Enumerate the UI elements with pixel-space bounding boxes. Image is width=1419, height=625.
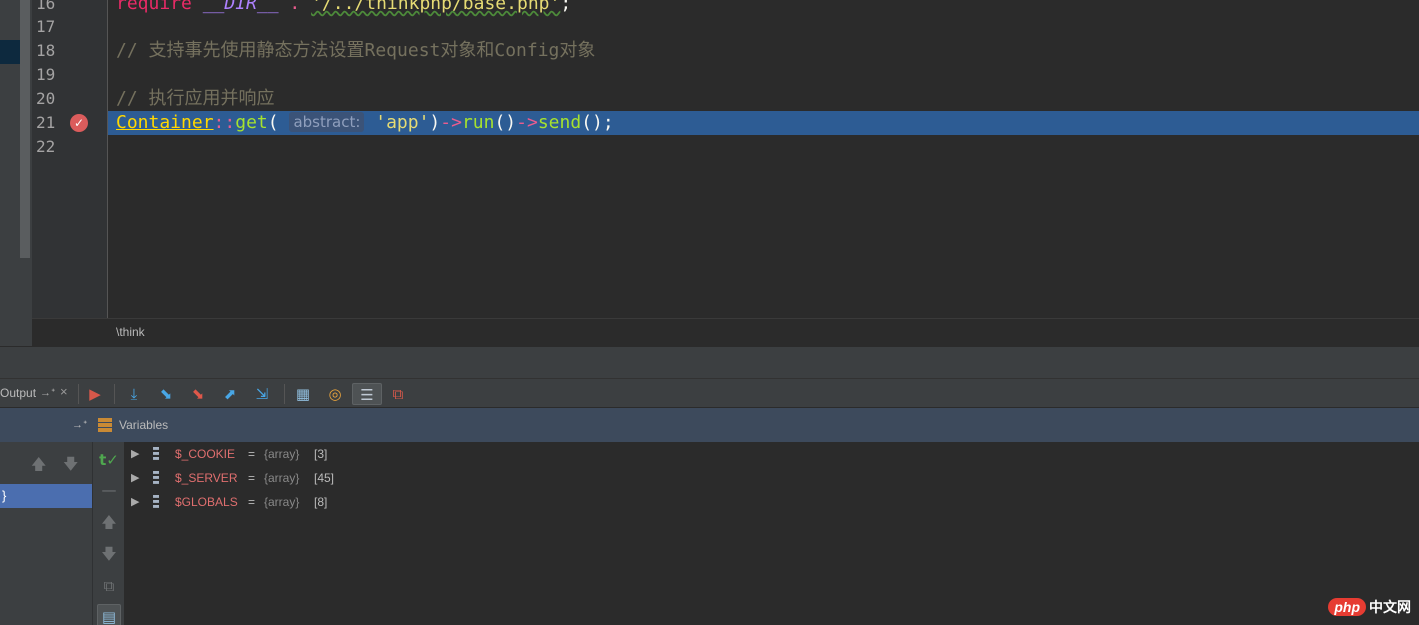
variable-row[interactable]: ▶ ▬ ▬ ▬ $_SERVER = {array} [45] xyxy=(124,466,724,490)
variable-name: $_SERVER xyxy=(175,471,238,485)
show-execution-point-icon[interactable]: ▶ xyxy=(84,383,106,405)
site-watermark: php 中文网 xyxy=(1328,597,1411,617)
variable-equals: = xyxy=(248,495,256,509)
expand-arrow-icon[interactable]: ▶ xyxy=(131,442,139,466)
frame-up-icon[interactable]: 🡅 xyxy=(31,454,46,479)
parameter-hint: abstract: xyxy=(289,112,365,132)
variable-row[interactable]: ▶ ▬ ▬ ▬ $GLOBALS = {array} [8] xyxy=(124,490,724,514)
project-tree-scrollbar[interactable] xyxy=(20,0,30,258)
watermark-text: 中文网 xyxy=(1369,599,1411,615)
close-tab-button[interactable]: × xyxy=(60,384,68,399)
variable-type: {array} xyxy=(264,495,300,509)
variable-equals: = xyxy=(248,447,256,461)
app-string: 'app' xyxy=(375,112,430,133)
force-step-into-icon[interactable]: ⬊ xyxy=(187,383,209,405)
pin-icon[interactable]: →ᐩ xyxy=(72,418,87,431)
step-into-icon[interactable]: ⬊ xyxy=(155,383,177,405)
namespace-breadcrumb[interactable]: \think xyxy=(116,325,145,339)
breakpoint-check-icon[interactable]: ✓ xyxy=(70,114,88,132)
variables-header: →ᐩ Variables xyxy=(0,408,1419,442)
line-number-16: 16 xyxy=(36,0,56,13)
variables-icon xyxy=(98,418,112,432)
dir-constant: __DIR__ xyxy=(202,0,279,14)
variables-tree: ▶ ▬ ▬ ▬ $_COOKIE = {array} [3] ▶ ▬ ▬ ▬ $_SER… xyxy=(124,442,1419,625)
scope-operator: :: xyxy=(213,112,236,133)
send-parens: (); xyxy=(581,112,614,133)
output-tab-label[interactable]: Output xyxy=(0,386,36,400)
frame-down-icon[interactable]: 🡇 xyxy=(63,454,78,479)
line-number-17: 17 xyxy=(36,17,56,36)
variable-count: [8] xyxy=(314,495,328,509)
move-down-icon[interactable]: 🡇 xyxy=(97,542,121,566)
line-number-20: 20 xyxy=(36,89,56,108)
variables-title: Variables xyxy=(119,418,169,432)
semicolon: ; xyxy=(560,0,572,14)
project-tree-strip xyxy=(0,0,32,346)
arrow-operator-2: -> xyxy=(516,112,538,133)
line-number-21: 21 xyxy=(36,113,56,132)
selected-frame[interactable]: } xyxy=(0,484,92,508)
path-string: '/../thinkphp/base.php' xyxy=(311,0,561,14)
variables-side-toolbar: t✓ — 🡅 🡇 ⧉ ▤ xyxy=(92,442,124,625)
toolbar-separator xyxy=(78,384,79,404)
code-line-20-comment[interactable]: // 执行应用并响应 xyxy=(116,87,275,111)
restore-layout-icon[interactable]: ⧉ xyxy=(387,383,409,405)
variable-equals: = xyxy=(248,471,256,485)
run-to-cursor-icon[interactable]: ⇲ xyxy=(251,383,273,405)
run-parens: () xyxy=(494,112,517,133)
move-up-icon[interactable]: 🡅 xyxy=(97,510,121,534)
open-paren: ( xyxy=(267,112,279,133)
frames-panel: 🡅 🡇 } xyxy=(0,442,92,625)
show-types-icon[interactable]: ▤ xyxy=(97,604,121,625)
array-icon: ▬ ▬ ▬ xyxy=(153,467,159,488)
arrow-operator: -> xyxy=(440,112,462,133)
get-method: get xyxy=(235,112,268,133)
watch-icon[interactable]: ◎ xyxy=(324,383,346,405)
variable-count: [45] xyxy=(314,471,335,485)
breadcrumb-bar: \think xyxy=(32,318,1419,346)
run-method: run xyxy=(461,112,495,133)
line-number-18: 18 xyxy=(36,41,56,60)
variable-count: [3] xyxy=(314,447,328,461)
variable-name: $GLOBALS xyxy=(175,495,238,509)
variables-view-icon[interactable]: ☰ xyxy=(352,383,382,405)
new-watch-icon[interactable]: t✓ xyxy=(97,448,121,472)
watermark-logo: php xyxy=(1328,598,1366,616)
debug-toolbar: Output →ᐩ × ▶ ⤓ ⬊ ⬊ ⬈ ⇲ ▦ ◎ ☰ ⧉ xyxy=(0,378,1419,408)
code-line-18-comment[interactable]: // 支持事先使用静态方法设置Request对象和Config对象 xyxy=(116,39,595,63)
variable-row[interactable]: ▶ ▬ ▬ ▬ $_COOKIE = {array} [3] xyxy=(124,442,724,466)
line-number-19: 19 xyxy=(36,65,56,84)
step-out-icon[interactable]: ⬈ xyxy=(219,383,241,405)
container-class: Container xyxy=(116,112,214,133)
remove-watch-icon[interactable]: — xyxy=(97,478,121,502)
code-line-21[interactable]: Container::get( abstract: 'app')->run()-… xyxy=(116,111,614,135)
variable-type: {array} xyxy=(264,471,300,485)
variable-name: $_COOKIE xyxy=(175,447,236,461)
require-keyword: require xyxy=(116,0,192,14)
close-paren: ) xyxy=(429,112,441,133)
concat-operator: . xyxy=(278,0,312,14)
pin-icon[interactable]: →ᐩ xyxy=(40,386,55,399)
toolbar-separator xyxy=(284,384,285,404)
variable-type: {array} xyxy=(264,447,300,461)
send-method: send xyxy=(537,112,582,133)
toolbar-separator xyxy=(114,384,115,404)
expand-arrow-icon[interactable]: ▶ xyxy=(131,490,139,514)
step-over-icon[interactable]: ⤓ xyxy=(123,383,145,405)
array-icon: ▬ ▬ ▬ xyxy=(153,443,159,464)
tool-window-divider[interactable] xyxy=(0,346,1419,378)
evaluate-expression-icon[interactable]: ▦ xyxy=(292,383,314,405)
expand-arrow-icon[interactable]: ▶ xyxy=(131,466,139,490)
array-icon: ▬ ▬ ▬ xyxy=(153,491,159,512)
line-number-22: 22 xyxy=(36,137,56,156)
code-line-16[interactable]: require __DIR__ . '/../thinkphp/base.php… xyxy=(116,0,571,16)
copy-icon[interactable]: ⧉ xyxy=(97,574,121,598)
